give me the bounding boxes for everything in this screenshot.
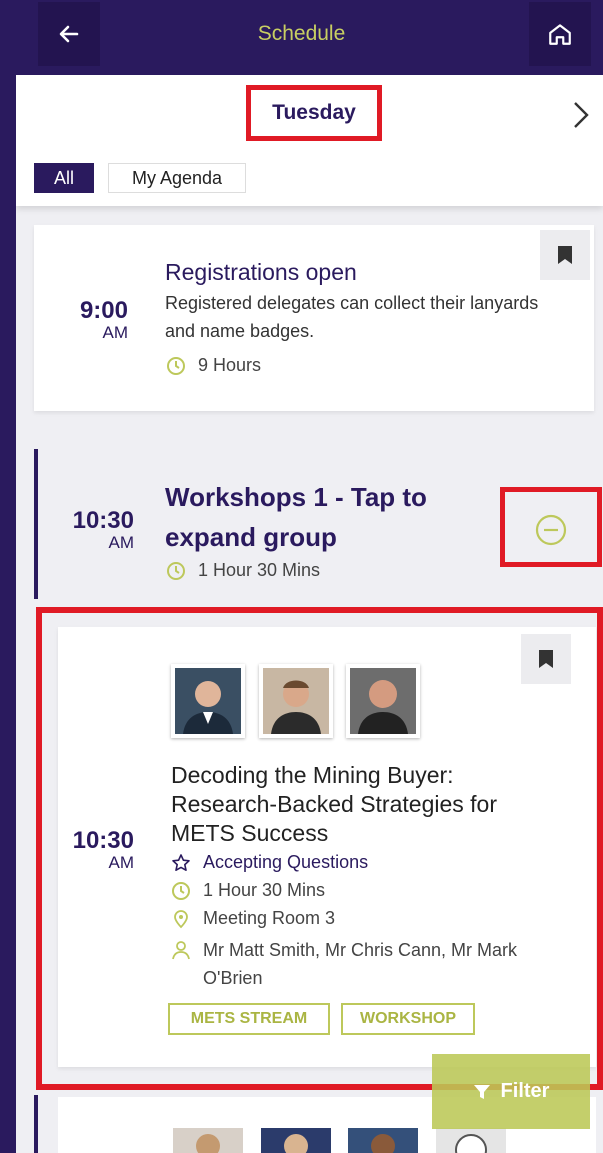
speakers-line: Mr Matt Smith, Mr Chris Cann, Mr Mark — [203, 940, 518, 960]
workshop-room: Meeting Room 3 — [171, 908, 335, 929]
star-icon — [172, 853, 190, 871]
workshop-time: 10:30 AM — [72, 827, 134, 872]
home-button[interactable] — [529, 2, 591, 66]
event-duration: 9 Hours — [166, 355, 261, 376]
clock-icon — [167, 356, 185, 375]
event-title: Registrations open — [165, 259, 357, 285]
workshop-duration: 1 Hour 30 Mins — [171, 880, 325, 901]
person-photo-icon — [173, 1128, 243, 1153]
filter-icon — [473, 1084, 490, 1099]
app-header: Schedule — [0, 0, 603, 75]
group-duration: 1 Hour 30 Mins — [166, 560, 320, 581]
event-description: Registered delegates can collect their l… — [165, 289, 585, 345]
speaker-avatar[interactable] — [259, 664, 333, 738]
bookmark-icon — [558, 246, 572, 264]
day-header: Tuesday All My Agenda — [16, 75, 603, 206]
speakers-line: O'Brien — [203, 968, 263, 988]
bookmark-button[interactable] — [540, 230, 590, 280]
description-line: Registered delegates can collect their l… — [165, 293, 539, 313]
group-title[interactable]: Workshops 1 - Tap to expand group — [165, 477, 485, 557]
person-photo-icon — [348, 1128, 418, 1153]
speaker-avatar[interactable] — [346, 664, 420, 738]
schedule-panel: Tuesday All My Agenda 9:00 AM Registrati… — [16, 75, 603, 1153]
day-label[interactable]: Tuesday — [246, 85, 382, 141]
collapse-icon[interactable] — [534, 513, 568, 547]
filter-my-agenda-tab[interactable]: My Agenda — [108, 163, 246, 193]
location-pin-icon — [174, 909, 188, 928]
bookmark-button[interactable] — [521, 634, 571, 684]
filter-all-tab[interactable]: All — [34, 163, 94, 193]
person-photo-icon — [261, 1128, 331, 1153]
filter-button[interactable]: Filter — [432, 1054, 590, 1129]
clock-icon — [167, 561, 185, 580]
description-line: and name badges. — [165, 321, 315, 341]
tag-mets-stream[interactable]: METS STREAM — [168, 1003, 330, 1035]
speaker-avatar[interactable] — [171, 664, 245, 738]
workshop-title: Decoding the Mining Buyer: Research-Back… — [171, 762, 497, 846]
bookmark-icon — [539, 650, 553, 668]
person-photo-icon — [263, 668, 329, 734]
page-title: Schedule — [257, 22, 346, 45]
group-time: 10:30 AM — [72, 507, 134, 552]
person-photo-icon — [175, 668, 241, 734]
home-icon — [549, 24, 571, 45]
person-photo-icon — [436, 1128, 506, 1153]
chevron-right-icon[interactable] — [566, 95, 596, 135]
event-time: 9:00 AM — [79, 297, 128, 342]
workshop-speakers: Mr Matt Smith, Mr Chris Cann, Mr Mark O'… — [171, 936, 517, 992]
accepting-questions[interactable]: Accepting Questions — [171, 852, 368, 873]
person-photo-icon — [350, 668, 416, 734]
tag-workshop[interactable]: WORKSHOP — [341, 1003, 475, 1035]
clock-icon — [172, 881, 190, 900]
person-icon — [172, 941, 190, 960]
